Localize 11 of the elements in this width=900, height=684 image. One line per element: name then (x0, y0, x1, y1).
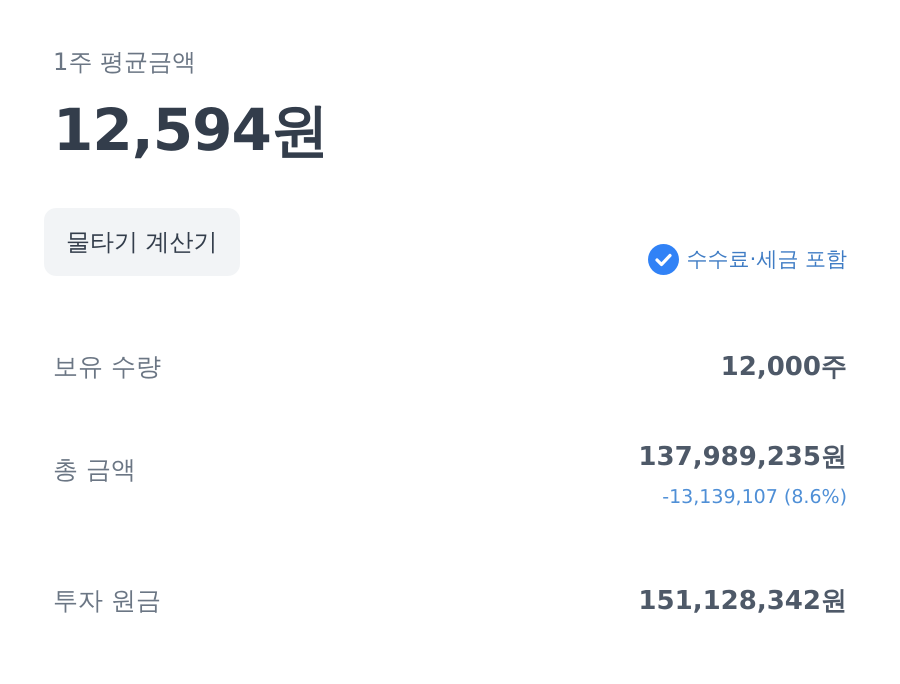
average-price: 12,594원 (53, 95, 328, 166)
fee-tax-checkbox[interactable]: 수수료·세금 포함 (648, 242, 847, 276)
row-label: 보유 수량 (53, 351, 161, 383)
row-label: 총 금액 (53, 454, 136, 486)
row-value: 12,000주 (720, 351, 847, 384)
row-value: 151,128,342원 (638, 585, 847, 618)
calculator-button[interactable]: 물타기 계산기 (44, 208, 240, 276)
row-value: 137,989,235원 (638, 441, 847, 474)
row-label: 투자 원금 (53, 585, 161, 617)
value-change: -13,139,107 (8.6%) (662, 485, 847, 510)
section-title: 1주 평균금액 (53, 47, 196, 78)
